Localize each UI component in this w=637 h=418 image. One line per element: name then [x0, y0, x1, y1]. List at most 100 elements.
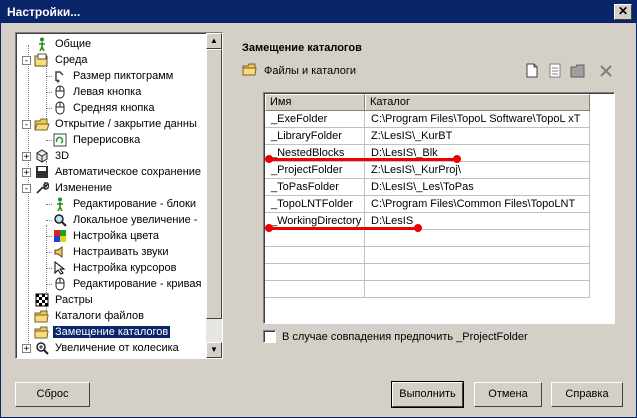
annotation-line [269, 158, 457, 161]
scroll-down-button[interactable]: ▼ [206, 342, 222, 358]
folder-icon [34, 309, 50, 323]
tree-scrollbar[interactable]: ▲ ▼ [206, 33, 222, 358]
tree-line [46, 76, 52, 77]
tree-line [46, 204, 52, 205]
tree-item[interactable]: Размер пиктограмм [46, 68, 175, 84]
checkbox-label: В случае совпадения предпочить _ProjectF… [282, 330, 528, 343]
new-item-button[interactable] [523, 63, 541, 80]
apply-button[interactable]: Выполнить [391, 381, 464, 408]
tree-item[interactable]: Замещение каталогов [34, 324, 171, 340]
table-row[interactable]: _TopoLNTFolder C:\Program Files\Common Fi… [265, 196, 590, 213]
color-grid-icon [52, 229, 68, 243]
expand-icon[interactable]: + [22, 343, 31, 353]
tree-item[interactable]: Общие [34, 36, 93, 52]
environment-icon [34, 53, 50, 67]
expand-icon[interactable]: + [22, 167, 31, 177]
tree-item[interactable]: - Открытие / закрытие данны [22, 116, 199, 132]
tree-item[interactable]: Настраивать звуки [46, 244, 171, 260]
edit-item-button[interactable] [546, 63, 564, 80]
tree-item[interactable]: Настройка курсоров [46, 260, 178, 276]
checkbox-box[interactable] [263, 330, 276, 343]
tree-line [46, 220, 52, 221]
folder-open-icon [34, 117, 50, 131]
table-row[interactable]: _ProjectFolder Z:\LesIS\_KurProj\ [265, 162, 590, 179]
title-bar: Настройки... ✕ [1, 1, 636, 23]
tree-item[interactable]: Перерисовка [46, 132, 142, 148]
tree-item[interactable]: - Изменение [22, 180, 114, 196]
column-header-folder[interactable]: Каталог [365, 94, 590, 111]
table-row[interactable] [265, 247, 590, 264]
tree-line [46, 65, 47, 121]
table-row[interactable] [265, 230, 590, 247]
table-row[interactable]: _ToPasFolder D:\LesIS\_Les\ToPas [265, 179, 590, 196]
tree-item[interactable]: Средняя кнопка [46, 100, 157, 116]
tree-item-label: Настройка цвета [73, 230, 160, 242]
tree-item[interactable]: + Увеличение от колесика [22, 340, 181, 356]
cell-name [265, 247, 365, 264]
tree-item[interactable]: + Автоматическое сохранение [22, 164, 203, 180]
expand-icon[interactable]: + [22, 151, 31, 161]
tree-item[interactable]: Растры [34, 292, 95, 308]
tree-item[interactable]: Редактирование - кривая [46, 276, 203, 292]
subtitle-text: Файлы и каталоги [264, 65, 356, 77]
prefer-project-folder-checkbox[interactable]: В случае совпадения предпочить _ProjectF… [263, 330, 528, 343]
annotation-dot [453, 155, 461, 163]
mouse-icon [52, 277, 68, 291]
cube-icon [34, 149, 50, 163]
arrow-up-icon: ▲ [210, 36, 218, 45]
collapse-icon[interactable]: - [22, 183, 31, 193]
column-header-name[interactable]: Имя [265, 94, 365, 111]
tree-item-label: Редактирование - блоки [73, 198, 196, 210]
tree-item[interactable]: - Среда [22, 52, 89, 68]
tree-item[interactable]: Каталоги файлов [34, 308, 146, 324]
tree-item-label: Растры [55, 294, 93, 306]
tree-item-label: Замещение каталогов [53, 326, 171, 338]
folder-icon [242, 63, 258, 79]
scroll-up-button[interactable]: ▲ [206, 33, 222, 49]
folder-gray-icon [570, 64, 586, 81]
cell-folder [365, 247, 590, 264]
delete-item-button[interactable] [597, 64, 615, 80]
tree-item[interactable]: Локальное увеличение - [46, 212, 199, 228]
tree-item[interactable]: Левая кнопка [46, 84, 143, 100]
reset-button[interactable]: Сброс [15, 382, 90, 407]
cell-folder: D:\LesIS\_Les\ToPas [365, 179, 590, 196]
table-row[interactable] [265, 281, 590, 298]
collapse-icon[interactable]: - [22, 55, 31, 65]
tree-item-label: Среда [55, 54, 88, 66]
help-button[interactable]: Справка [551, 382, 623, 407]
man-icon [52, 197, 68, 211]
zoom-icon [34, 341, 50, 355]
tree-item-label: Размер пиктограмм [73, 70, 174, 82]
close-button[interactable]: ✕ [614, 4, 632, 20]
annotation-line [269, 227, 418, 230]
tree-item[interactable]: Настройка цвета [46, 228, 161, 244]
tree-line [46, 236, 52, 237]
speaker-icon [52, 245, 68, 259]
annotation-dot [414, 224, 422, 232]
man-icon [34, 37, 50, 51]
scroll-thumb[interactable] [206, 49, 222, 319]
browse-folder-button[interactable] [569, 64, 587, 80]
redraw-icon [52, 133, 68, 147]
cell-name: _ToPasFolder [265, 179, 365, 196]
tree-item-label: Открытие / закрытие данны [55, 118, 197, 130]
cell-folder [365, 264, 590, 281]
cell-name: _LibraryFolder [265, 128, 365, 145]
tree-item[interactable]: Редактирование - блоки [46, 196, 198, 212]
cell-folder [365, 281, 590, 298]
tree-line [46, 252, 52, 253]
table-row[interactable]: _LibraryFolder Z:\LesIS\_KurBT [265, 128, 590, 145]
tree-item-label: Общие [55, 38, 92, 50]
annotation-dot [265, 155, 273, 163]
collapse-icon[interactable]: - [22, 119, 31, 129]
table-row[interactable]: _ExeFolder C:\Program Files\TopoL Softwar… [265, 111, 590, 128]
delete-x-icon [599, 64, 613, 81]
folder-table: Имя Каталог _ExeFolder C:\Program Files\T… [263, 92, 615, 324]
tree-item-label: Автоматическое сохранение [55, 166, 202, 178]
tree-item[interactable]: +3D [22, 148, 71, 164]
cancel-button[interactable]: Отмена [474, 382, 542, 407]
cell-name [265, 230, 365, 247]
table-row[interactable] [265, 264, 590, 281]
tree-item-label: Левая кнопка [73, 86, 142, 98]
